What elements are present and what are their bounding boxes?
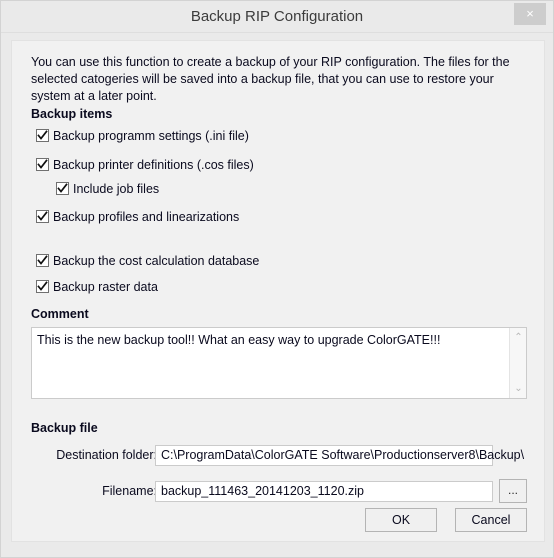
checkbox-checked-icon[interactable] [36, 210, 49, 223]
checkbox-checked-icon[interactable] [36, 158, 49, 171]
backup-rip-configuration-dialog: Backup RIP Configuration × You can use t… [0, 0, 554, 558]
comment-textarea[interactable]: This is the new backup tool!! What an ea… [31, 327, 527, 399]
browse-button[interactable]: ... [499, 479, 527, 503]
title-bar: Backup RIP Configuration × [1, 1, 553, 33]
checkbox-label: Backup raster data [53, 280, 158, 294]
destination-folder-input[interactable]: C:\ProgramData\ColorGATE Software\Produc… [155, 445, 524, 466]
filename-input[interactable]: backup_111463_20141203_1120.zip [155, 481, 493, 502]
destination-folder-value: C:\ProgramData\ColorGATE Software\Produc… [161, 448, 525, 462]
filename-label: Filename: [102, 484, 157, 498]
cancel-button[interactable]: Cancel [455, 508, 527, 532]
section-heading-comment: Comment [31, 307, 89, 321]
checkbox-label: Backup printer definitions (.cos files) [53, 158, 254, 172]
checkbox-checked-icon[interactable] [56, 182, 69, 195]
destination-folder-label: Destination folder: [56, 448, 157, 462]
intro-description: You can use this function to create a ba… [31, 55, 510, 103]
close-button[interactable]: × [514, 3, 546, 25]
checkbox-checked-icon[interactable] [36, 280, 49, 293]
checkbox-label: Backup profiles and linearizations [53, 210, 240, 224]
dialog-content-panel: You can use this function to create a ba… [11, 40, 545, 542]
section-heading-backup-file: Backup file [31, 421, 98, 435]
checkbox-checked-icon[interactable] [36, 254, 49, 267]
checkbox-label: Backup the cost calculation database [53, 254, 260, 268]
checkbox-label: Backup programm settings (.ini file) [53, 129, 249, 143]
comment-value: This is the new backup tool!! What an ea… [37, 333, 441, 347]
filename-value: backup_111463_20141203_1120.zip [161, 484, 364, 498]
checkbox-checked-icon[interactable] [36, 129, 49, 142]
comment-scrollbar[interactable]: ⌃ ⌄ [509, 328, 526, 398]
scroll-down-icon[interactable]: ⌄ [510, 380, 527, 397]
checkbox-label: Include job files [73, 182, 160, 196]
section-heading-backup-items: Backup items [31, 107, 113, 121]
ok-button[interactable]: OK [365, 508, 437, 532]
close-icon: × [526, 6, 534, 21]
scroll-up-icon[interactable]: ⌃ [510, 329, 527, 346]
window-title: Backup RIP Configuration [190, 8, 364, 25]
